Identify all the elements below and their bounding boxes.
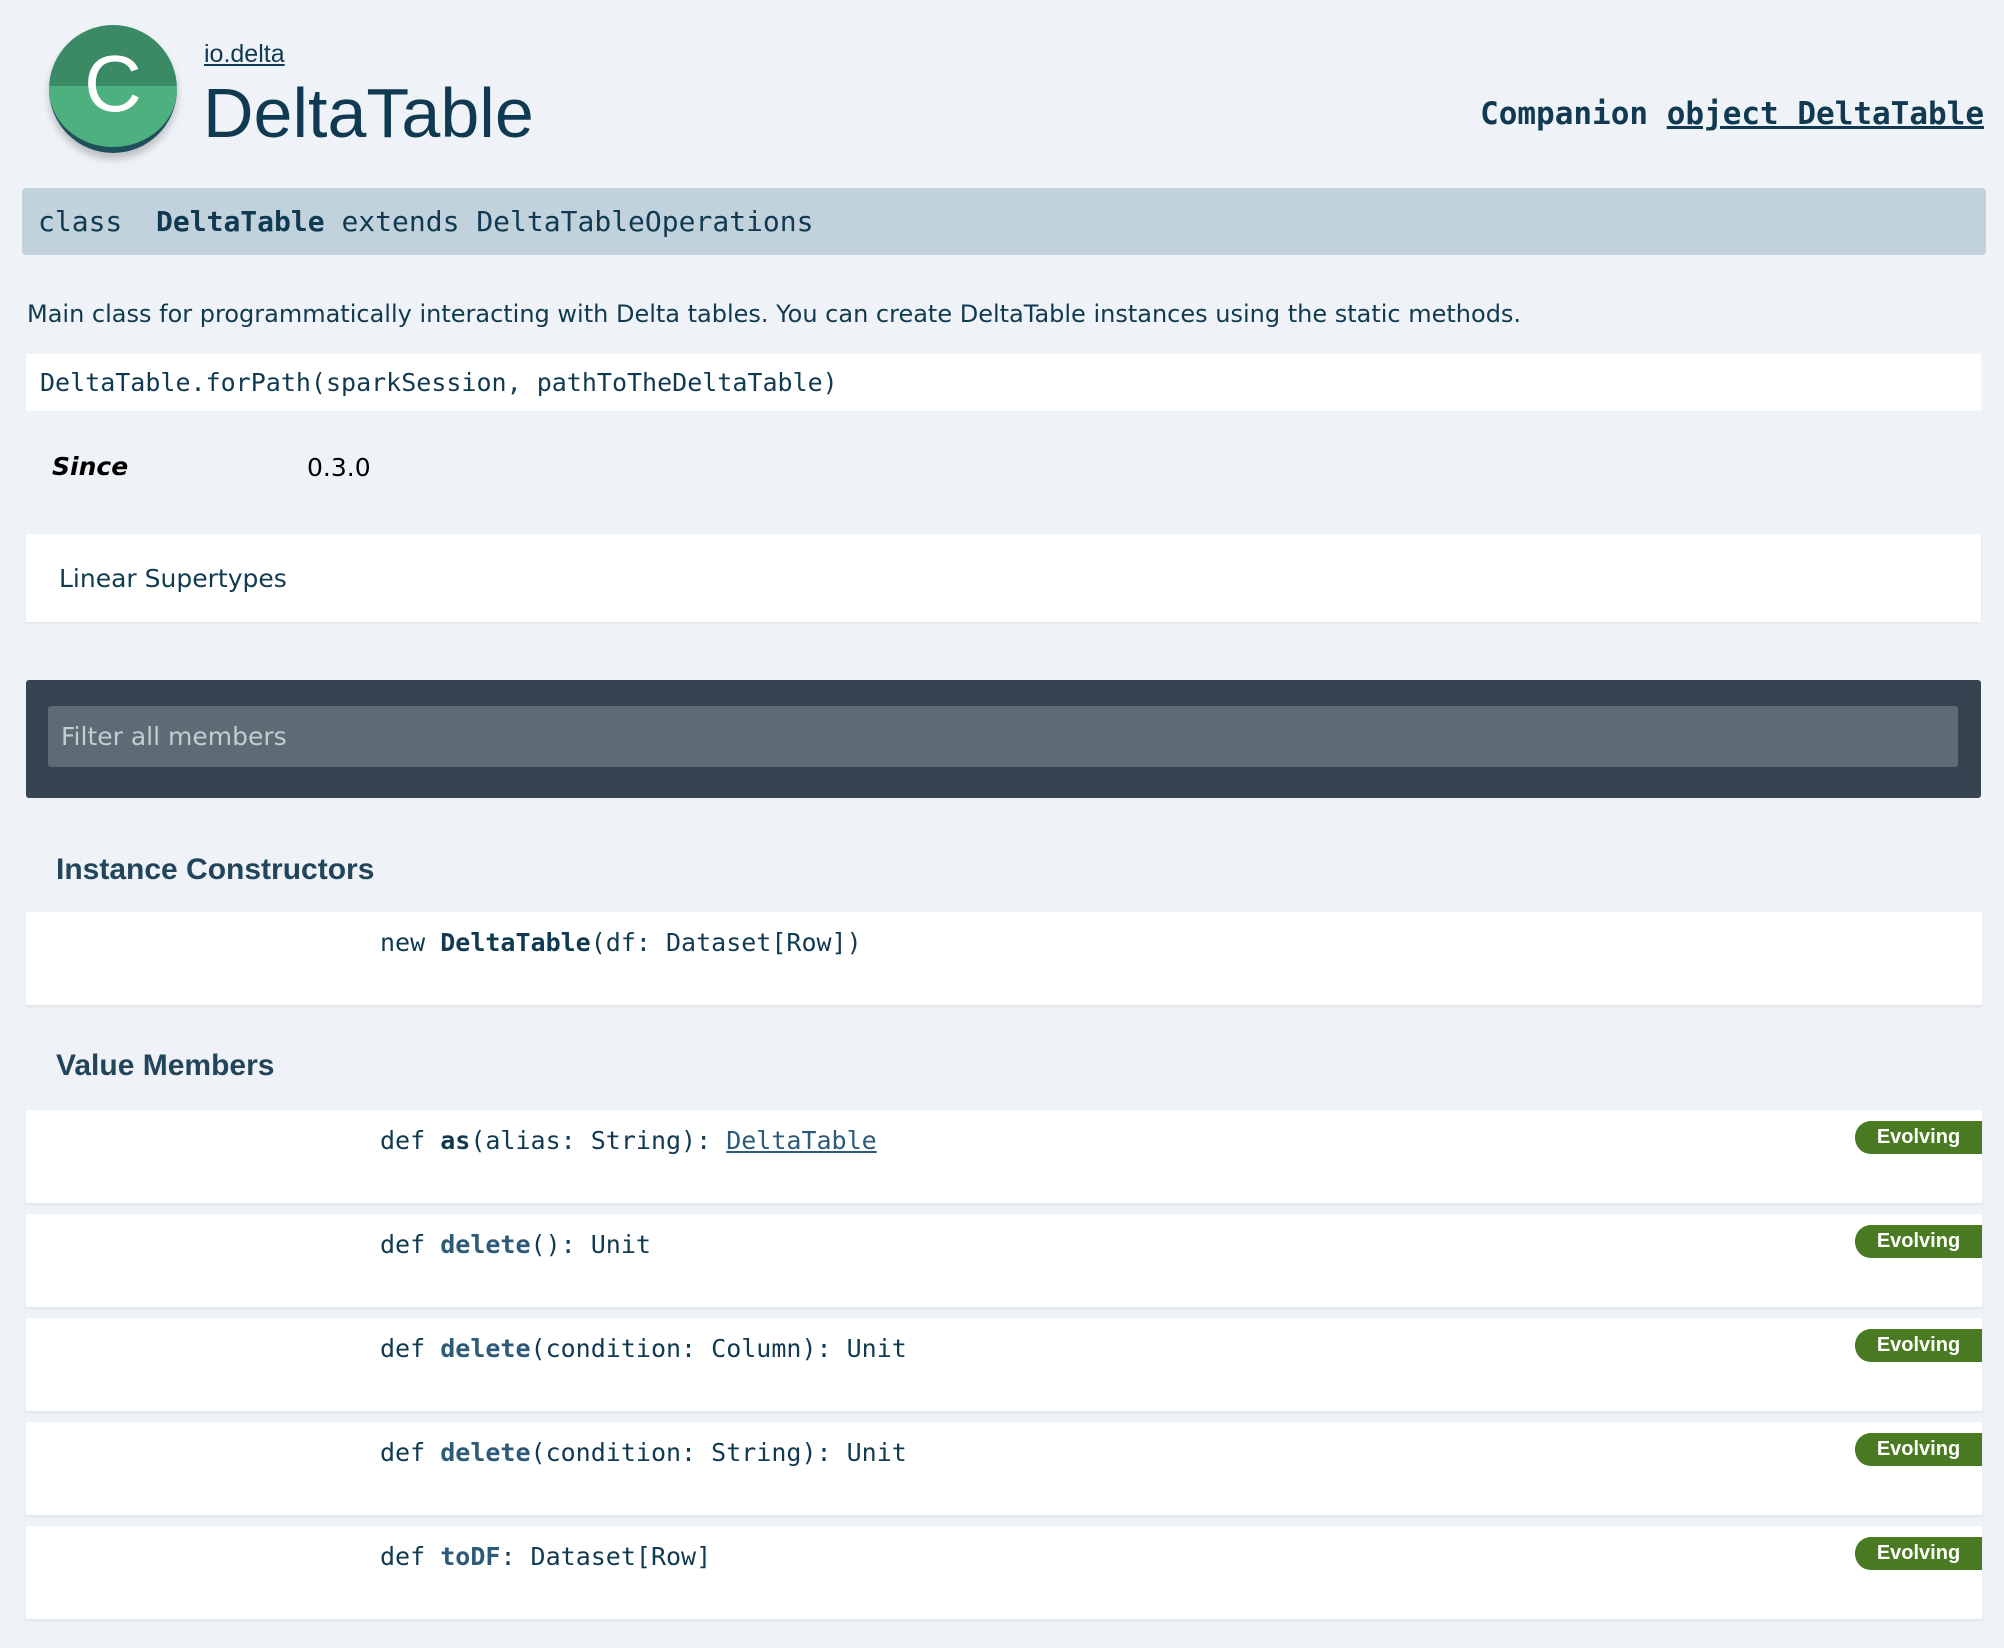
member-keyword: def <box>380 1438 426 1467</box>
companion-object-link[interactable]: object DeltaTable <box>1667 96 1984 132</box>
page-header: C io.delta DeltaTable Companion object D… <box>0 0 2004 180</box>
since-value: 0.3.0 <box>307 453 371 482</box>
member-keyword: def <box>380 1126 426 1155</box>
member-params: (condition: Column): Unit <box>530 1334 907 1363</box>
member-row-delete-column[interactable]: def delete(condition: Column): Unit Evol… <box>26 1318 1982 1411</box>
return-type-link[interactable]: DeltaTable <box>726 1126 877 1155</box>
member-name: delete <box>440 1230 531 1259</box>
evolving-badge: Evolving <box>1855 1121 1982 1154</box>
value-members-title: Value Members <box>56 1049 275 1082</box>
member-params: (alias: String): <box>470 1126 727 1155</box>
constructor-row[interactable]: new DeltaTable(df: Dataset[Row]) <box>26 912 1982 1005</box>
member-row-delete-string[interactable]: def delete(condition: String): Unit Evol… <box>26 1422 1982 1515</box>
member-params: : Dataset[Row] <box>500 1542 712 1571</box>
member-keyword: def <box>380 1230 426 1259</box>
member-signature: def delete(condition: String): Unit <box>380 1438 907 1467</box>
signature-name: DeltaTable <box>156 205 325 238</box>
evolving-badge: Evolving <box>1855 1225 1982 1258</box>
page-title: DeltaTable <box>203 74 534 152</box>
member-name: delete <box>440 1438 531 1467</box>
instance-constructors-title: Instance Constructors <box>56 853 375 886</box>
member-keyword: def <box>380 1334 426 1363</box>
filter-members-input[interactable] <box>48 706 1958 767</box>
member-signature: def delete(condition: Column): Unit <box>380 1334 907 1363</box>
member-name: as <box>440 1126 471 1155</box>
member-keyword: def <box>380 1542 426 1571</box>
evolving-badge: Evolving <box>1855 1537 1982 1570</box>
member-signature: def toDF: Dataset[Row] <box>380 1542 711 1571</box>
linear-supertypes-toggle[interactable]: Linear Supertypes <box>26 534 1981 622</box>
member-params: (condition: String): Unit <box>530 1438 907 1467</box>
class-icon: C <box>49 25 177 153</box>
member-row-as[interactable]: def as(alias: String): DeltaTable Evolvi… <box>26 1110 1982 1203</box>
signature-parent: DeltaTableOperations <box>476 205 814 238</box>
member-signature: def delete(): Unit <box>380 1230 651 1259</box>
filter-panel <box>26 680 1981 798</box>
member-name: delete <box>440 1334 531 1363</box>
class-signature: class DeltaTable extends DeltaTableOpera… <box>22 188 1986 255</box>
evolving-badge: Evolving <box>1855 1329 1982 1362</box>
companion-label: Companion <box>1480 96 1649 132</box>
constructor-keyword: new <box>380 928 426 957</box>
evolving-badge: Evolving <box>1855 1433 1982 1466</box>
member-row-todf[interactable]: def toDF: Dataset[Row] Evolving <box>26 1526 1982 1619</box>
constructor-params: (df: Dataset[Row]) <box>590 928 862 957</box>
code-example: DeltaTable.forPath(sparkSession, pathToT… <box>26 354 1981 411</box>
member-name: toDF <box>440 1542 501 1571</box>
companion-object: Companion object DeltaTable <box>1480 96 1984 132</box>
since-label: Since <box>52 452 129 481</box>
package-link[interactable]: io.delta <box>204 40 285 69</box>
constructor-name: DeltaTable <box>440 928 591 957</box>
signature-extends: extends <box>341 205 460 238</box>
member-row-delete[interactable]: def delete(): Unit Evolving <box>26 1214 1982 1307</box>
class-description: Main class for programmatically interact… <box>27 300 1522 328</box>
member-signature: def as(alias: String): DeltaTable <box>380 1126 877 1155</box>
member-params: (): Unit <box>530 1230 651 1259</box>
constructor-signature: new DeltaTable(df: Dataset[Row]) <box>380 928 862 957</box>
signature-kind: class <box>38 205 123 238</box>
